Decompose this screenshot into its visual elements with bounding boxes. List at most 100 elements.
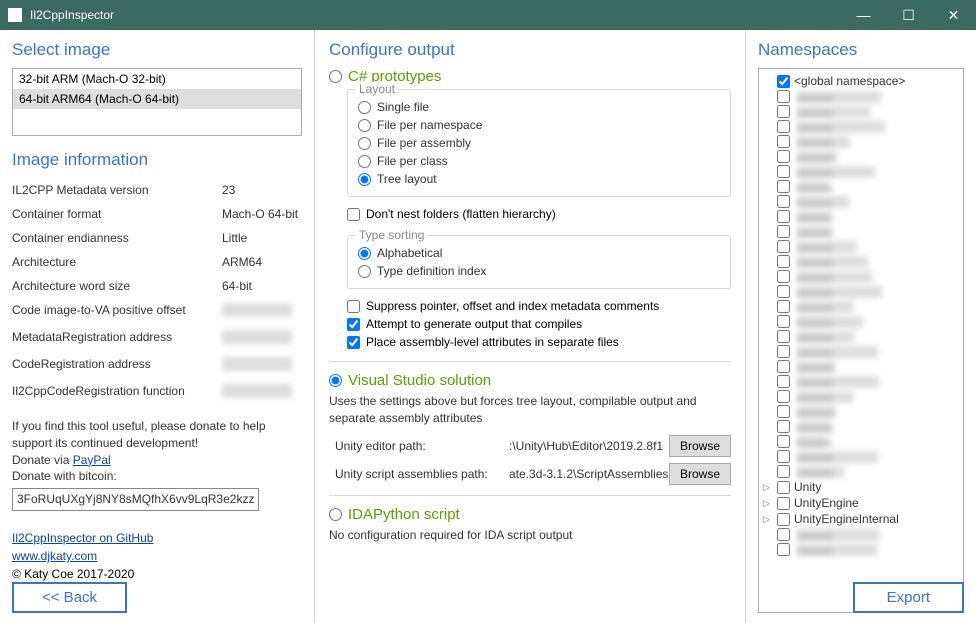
browse-editor-button[interactable]: Browse: [669, 435, 731, 457]
namespace-checkbox[interactable]: [777, 270, 790, 283]
namespace-item[interactable]: xxxxxx: [763, 269, 959, 284]
namespace-checkbox[interactable]: [777, 528, 790, 541]
namespace-checkbox[interactable]: [777, 75, 790, 88]
namespace-checkbox[interactable]: [777, 105, 790, 118]
csharp-radio-input[interactable]: [329, 70, 342, 83]
namespace-item[interactable]: xxxxxx: [763, 254, 959, 269]
namespace-checkbox[interactable]: [777, 210, 790, 223]
namespace-checkbox[interactable]: [777, 90, 790, 103]
namespace-item[interactable]: xxxxxx: [763, 149, 959, 164]
sort-option[interactable]: Alphabetical: [358, 244, 720, 262]
namespace-checkbox[interactable]: [777, 360, 790, 373]
namespace-item[interactable]: xxxxxx: [763, 404, 959, 419]
namespace-checkbox[interactable]: [777, 315, 790, 328]
bitcoin-address[interactable]: 3FoRUqUXgYj8NY8sMQfhX6vv9LqR3e2kzz: [12, 488, 259, 511]
sort-radio[interactable]: [358, 247, 371, 260]
close-icon[interactable]: ✕: [931, 0, 976, 30]
namespace-item[interactable]: xxxxxx: [763, 434, 959, 449]
namespace-item[interactable]: xxxxxx: [763, 449, 959, 464]
namespace-checkbox[interactable]: [777, 345, 790, 358]
namespace-item[interactable]: xxxxxx: [763, 209, 959, 224]
namespace-checkbox[interactable]: [777, 300, 790, 313]
image-list-item[interactable]: 32-bit ARM (Mach-O 32-bit): [13, 69, 301, 89]
vs-radio-input[interactable]: [329, 374, 342, 387]
paypal-link[interactable]: PayPal: [73, 453, 111, 467]
namespace-checkbox[interactable]: [777, 390, 790, 403]
namespace-item[interactable]: xxxxxx: [763, 389, 959, 404]
namespace-tree[interactable]: <global namespace>xxxxxxxxxxxxxxxxxxxxxx…: [758, 68, 964, 613]
namespace-item[interactable]: xxxxxx: [763, 239, 959, 254]
expand-icon[interactable]: ▷: [763, 482, 773, 493]
layout-radio[interactable]: [358, 137, 371, 150]
suppress-checkbox[interactable]: [347, 300, 360, 313]
namespace-item[interactable]: xxxxxx: [763, 179, 959, 194]
namespace-item[interactable]: xxxxxx: [763, 374, 959, 389]
layout-option[interactable]: File per assembly: [358, 134, 720, 152]
vs-solution-radio[interactable]: Visual Studio solution: [329, 372, 731, 389]
flatten-checkbox-row[interactable]: Don't nest folders (flatten hierarchy): [347, 205, 731, 223]
namespace-checkbox[interactable]: [777, 225, 790, 238]
sort-radio[interactable]: [358, 265, 371, 278]
layout-option[interactable]: File per namespace: [358, 116, 720, 134]
namespace-item[interactable]: xxxxxx: [763, 194, 959, 209]
compile-checkbox[interactable]: [347, 318, 360, 331]
github-link[interactable]: Il2CppInspector on GitHub: [12, 531, 153, 545]
flatten-checkbox[interactable]: [347, 208, 360, 221]
image-list-item[interactable]: 64-bit ARM64 (Mach-O 64-bit): [13, 89, 301, 109]
compile-checkbox-row[interactable]: Attempt to generate output that compiles: [347, 315, 731, 333]
namespace-item[interactable]: xxxxxx: [763, 164, 959, 179]
separate-checkbox[interactable]: [347, 336, 360, 349]
export-button[interactable]: Export: [853, 582, 964, 613]
namespace-item[interactable]: xxxxxx: [763, 329, 959, 344]
namespace-checkbox[interactable]: [777, 285, 790, 298]
ida-script-radio[interactable]: IDAPython script: [329, 506, 731, 523]
namespace-item[interactable]: xxxxxx: [763, 464, 959, 479]
namespace-checkbox[interactable]: [777, 375, 790, 388]
namespace-checkbox[interactable]: [777, 165, 790, 178]
namespace-item[interactable]: <global namespace>: [763, 73, 959, 89]
namespace-item[interactable]: xxxxxx: [763, 419, 959, 434]
namespace-checkbox[interactable]: [777, 330, 790, 343]
namespace-item[interactable]: xxxxxx: [763, 89, 959, 104]
namespace-item[interactable]: xxxxxx: [763, 542, 959, 557]
namespace-item[interactable]: xxxxxx: [763, 134, 959, 149]
namespace-checkbox[interactable]: [777, 240, 790, 253]
layout-option[interactable]: Single file: [358, 98, 720, 116]
ida-radio-input[interactable]: [329, 508, 342, 521]
namespace-item[interactable]: xxxxxx: [763, 119, 959, 134]
namespace-checkbox[interactable]: [777, 450, 790, 463]
namespace-checkbox[interactable]: [777, 135, 790, 148]
sort-option[interactable]: Type definition index: [358, 262, 720, 280]
maximize-icon[interactable]: ☐: [886, 0, 931, 30]
namespace-item[interactable]: ▷UnityEngine: [763, 495, 959, 511]
namespace-checkbox[interactable]: [777, 120, 790, 133]
namespace-item[interactable]: xxxxxx: [763, 299, 959, 314]
namespace-checkbox[interactable]: [777, 513, 790, 526]
namespace-item[interactable]: xxxxxx: [763, 224, 959, 239]
separate-checkbox-row[interactable]: Place assembly-level attributes in separ…: [347, 333, 731, 351]
namespace-item[interactable]: ▷UnityEngineInternal: [763, 511, 959, 527]
namespace-checkbox[interactable]: [777, 150, 790, 163]
layout-radio[interactable]: [358, 101, 371, 114]
layout-option[interactable]: File per class: [358, 152, 720, 170]
namespace-checkbox[interactable]: [777, 195, 790, 208]
expand-icon[interactable]: ▷: [763, 514, 773, 525]
namespace-item[interactable]: xxxxxx: [763, 527, 959, 542]
namespace-checkbox[interactable]: [777, 435, 790, 448]
namespace-checkbox[interactable]: [777, 543, 790, 556]
namespace-checkbox[interactable]: [777, 405, 790, 418]
layout-radio[interactable]: [358, 155, 371, 168]
site-link[interactable]: www.djkaty.com: [12, 549, 97, 563]
namespace-checkbox[interactable]: [777, 465, 790, 478]
namespace-item[interactable]: ▷Unity: [763, 479, 959, 495]
expand-icon[interactable]: ▷: [763, 498, 773, 509]
suppress-checkbox-row[interactable]: Suppress pointer, offset and index metad…: [347, 297, 731, 315]
namespace-checkbox[interactable]: [777, 420, 790, 433]
namespace-item[interactable]: xxxxxx: [763, 314, 959, 329]
minimize-icon[interactable]: —: [841, 0, 886, 30]
namespace-item[interactable]: xxxxxx: [763, 359, 959, 374]
namespace-checkbox[interactable]: [777, 497, 790, 510]
layout-radio[interactable]: [358, 173, 371, 186]
namespace-item[interactable]: xxxxxx: [763, 284, 959, 299]
namespace-item[interactable]: xxxxxx: [763, 344, 959, 359]
